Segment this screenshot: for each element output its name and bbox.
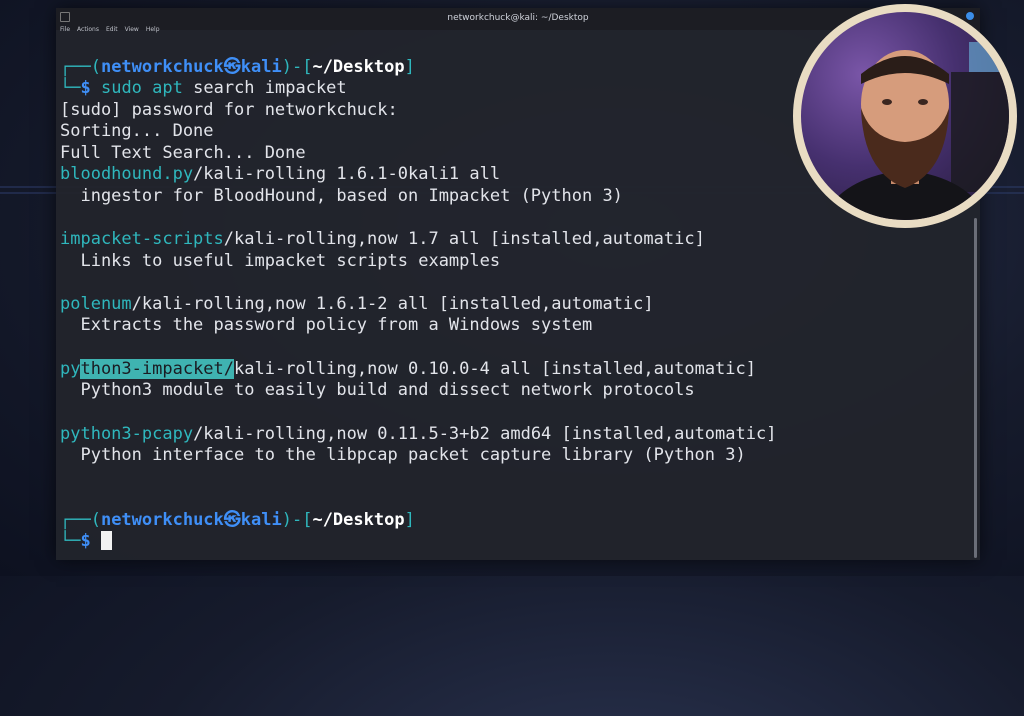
prompt-separator: )-[ bbox=[281, 510, 313, 530]
prompt-dollar: $ bbox=[80, 78, 101, 98]
package-name: polenum bbox=[60, 294, 132, 314]
text-cursor[interactable] bbox=[100, 531, 112, 550]
presenter-video bbox=[801, 12, 1009, 220]
package-name: impacket-scripts bbox=[60, 229, 224, 249]
package-info: /kali-rolling 1.6.1-0kali1 all bbox=[193, 164, 501, 184]
window-control-icon[interactable] bbox=[966, 12, 974, 20]
prompt-at-symbol: ㉿ bbox=[223, 57, 241, 77]
input-line[interactable]: └─$ bbox=[60, 530, 112, 552]
prompt-separator: )-[ bbox=[281, 57, 313, 77]
package-name: python3-pcapy bbox=[60, 424, 194, 444]
prompt-bracket: ┌──( bbox=[60, 510, 101, 530]
package-description: Python interface to the libpcap packet c… bbox=[60, 445, 746, 465]
menu-actions[interactable]: Actions bbox=[77, 24, 99, 36]
package-entry: python3-impacket/kali-rolling,now 0.10.0… bbox=[60, 358, 756, 380]
package-name: py bbox=[60, 359, 81, 379]
command-args: search impacket bbox=[182, 78, 347, 98]
menu-bar: File Actions Edit View Help bbox=[60, 24, 160, 36]
output-line: [sudo] password for networkchuck: bbox=[60, 100, 398, 120]
prompt-user: networkchuck bbox=[100, 510, 224, 530]
menu-view[interactable]: View bbox=[125, 24, 139, 36]
output-line: Full Text Search... Done bbox=[60, 143, 306, 163]
command-apt: apt bbox=[152, 78, 183, 98]
prompt-line: ┌──(networkchuck㉿kali)-[~/Desktop] bbox=[60, 56, 415, 78]
package-info: /kali-rolling,now 1.6.1-2 all [installed… bbox=[131, 294, 654, 314]
prompt-corner: └─ bbox=[60, 531, 81, 551]
package-description: Links to useful impacket scripts example… bbox=[60, 251, 501, 271]
prompt-host: kali bbox=[240, 57, 282, 77]
prompt-dollar: $ bbox=[80, 531, 101, 551]
window-title: networkchuck@kali: ~/Desktop bbox=[447, 13, 589, 23]
package-entry: polenum/kali-rolling,now 1.6.1-2 all [in… bbox=[60, 293, 654, 315]
scrollbar[interactable] bbox=[974, 218, 977, 558]
menu-file[interactable]: File bbox=[60, 24, 70, 36]
prompt-path: ~/Desktop bbox=[312, 57, 405, 77]
prompt-user: networkchuck bbox=[100, 57, 224, 77]
prompt-bracket-close: ] bbox=[404, 510, 415, 530]
package-info: kali-rolling,now 0.10.0-4 all [installed… bbox=[234, 359, 756, 379]
selected-text[interactable]: thon3-impacket/ bbox=[80, 359, 235, 379]
command-line: └─$ sudo apt search impacket bbox=[60, 77, 347, 99]
output-line: Sorting... Done bbox=[60, 121, 214, 141]
package-entry: bloodhound.py/kali-rolling 1.6.1-0kali1 … bbox=[60, 163, 500, 185]
menu-edit[interactable]: Edit bbox=[106, 24, 118, 36]
package-description: Extracts the password policy from a Wind… bbox=[60, 315, 593, 335]
command-sudo: sudo bbox=[100, 78, 142, 98]
prompt-line: ┌──(networkchuck㉿kali)-[~/Desktop] bbox=[60, 509, 415, 531]
package-info: /kali-rolling,now 0.11.5-3+b2 amd64 [ins… bbox=[193, 424, 777, 444]
prompt-path: ~/Desktop bbox=[312, 510, 405, 530]
prompt-bracket: ┌──( bbox=[60, 57, 101, 77]
package-entry: python3-pcapy/kali-rolling,now 0.11.5-3+… bbox=[60, 423, 776, 445]
package-name: bloodhound.py bbox=[60, 164, 194, 184]
package-description: Python3 module to easily build and disse… bbox=[60, 380, 695, 400]
webcam-overlay bbox=[793, 4, 1017, 228]
package-info: /kali-rolling,now 1.7 all [installed,aut… bbox=[223, 229, 705, 249]
prompt-corner: └─ bbox=[60, 78, 81, 98]
package-entry: impacket-scripts/kali-rolling,now 1.7 al… bbox=[60, 228, 705, 250]
prompt-bracket-close: ] bbox=[404, 57, 415, 77]
prompt-host: kali bbox=[240, 510, 282, 530]
menu-help[interactable]: Help bbox=[146, 24, 160, 36]
package-description: ingestor for BloodHound, based on Impack… bbox=[60, 186, 623, 206]
prompt-at-symbol: ㉿ bbox=[223, 510, 241, 530]
presenter-icon bbox=[821, 42, 1009, 220]
